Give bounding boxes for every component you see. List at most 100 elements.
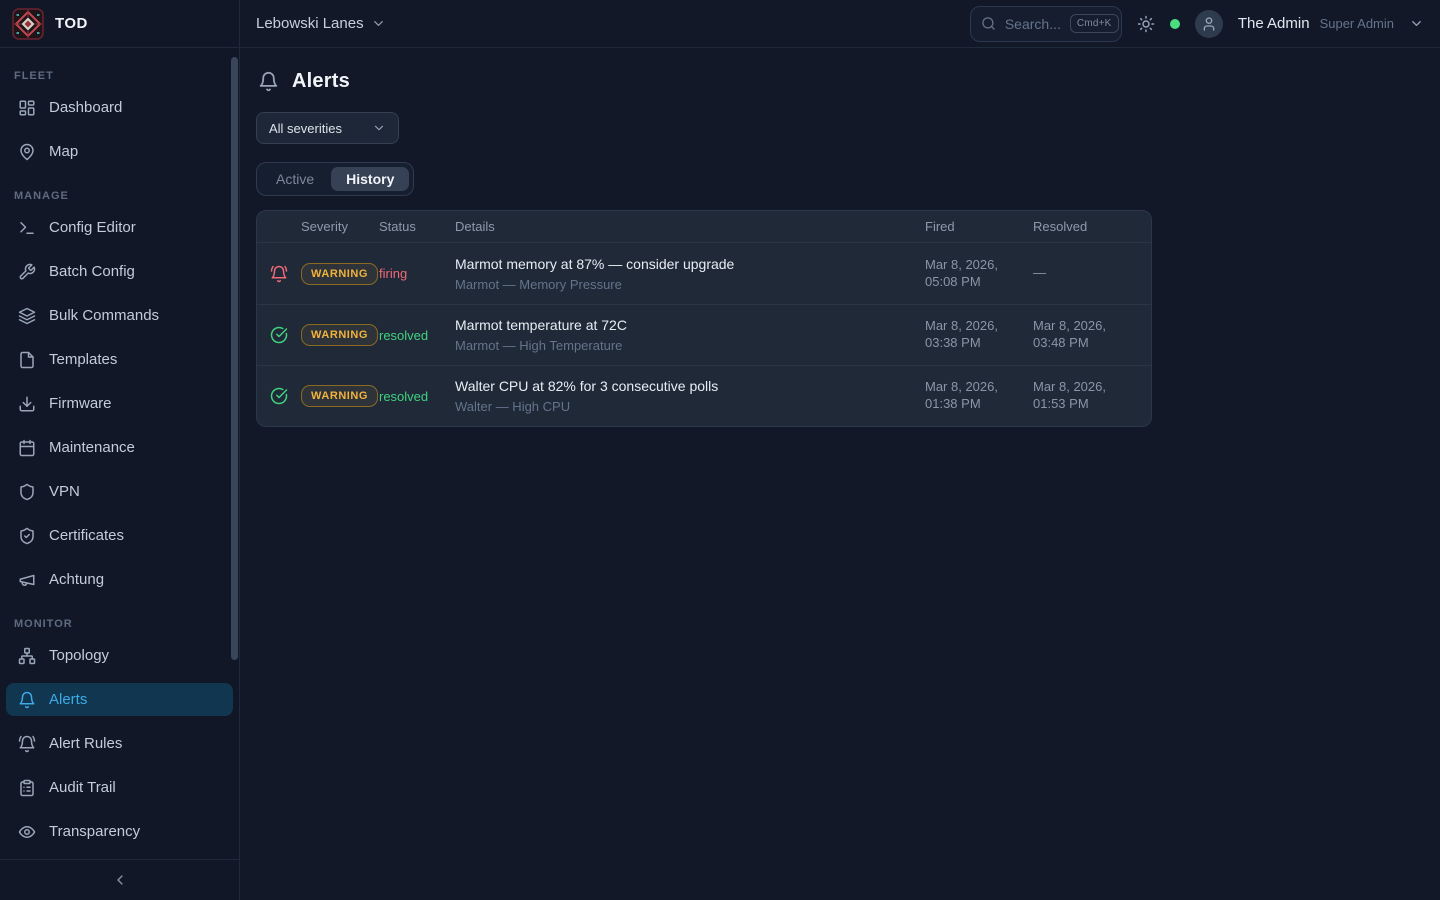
bell-ring-icon xyxy=(18,735,36,753)
alert-details: Marmot memory at 87% — consider upgradeM… xyxy=(455,256,925,292)
column-header-severity: Severity xyxy=(301,219,379,234)
brand: TOD xyxy=(0,0,239,48)
eye-icon xyxy=(18,823,36,841)
megaphone-icon xyxy=(18,571,36,589)
shield-icon xyxy=(18,483,36,501)
sidebar-item-label: Templates xyxy=(49,351,117,368)
chevron-down-icon xyxy=(371,16,386,31)
user-name: The Admin xyxy=(1238,15,1310,32)
sidebar-item-bulk-commands[interactable]: Bulk Commands xyxy=(6,299,233,332)
brand-logo-icon xyxy=(12,8,44,40)
search-icon xyxy=(981,16,996,31)
nav-section-label: FLEET xyxy=(14,70,225,82)
chevron-left-icon xyxy=(112,872,128,888)
search-input[interactable]: Search... Cmd+K xyxy=(970,6,1122,42)
sidebar-item-label: Batch Config xyxy=(49,263,135,280)
sidebar-collapse-button[interactable] xyxy=(0,859,239,900)
page-content: Alerts All severities ActiveHistory Seve… xyxy=(240,48,1440,900)
shield-check-icon xyxy=(18,527,36,545)
sidebar-item-label: Bulk Commands xyxy=(49,307,159,324)
table-row[interactable]: WARNINGfiringMarmot memory at 87% — cons… xyxy=(257,243,1151,304)
sidebar-item-label: Config Editor xyxy=(49,219,136,236)
check-circle-icon xyxy=(257,387,301,405)
severity-badge: WARNING xyxy=(301,263,378,285)
sidebar-item-map[interactable]: Map xyxy=(6,135,233,168)
download-icon xyxy=(18,395,36,413)
sidebar-nav: FLEETDashboardMapMANAGEConfig EditorBatc… xyxy=(0,48,239,859)
wrench-icon xyxy=(18,263,36,281)
search-shortcut-badge: Cmd+K xyxy=(1070,14,1119,33)
bell-icon xyxy=(18,691,36,709)
topbar: Lebowski Lanes Search... Cmd+K The Admin… xyxy=(240,0,1440,48)
sidebar-item-dashboard[interactable]: Dashboard xyxy=(6,91,233,124)
clipboard-list-icon xyxy=(18,779,36,797)
column-header-details: Details xyxy=(455,219,925,234)
user-menu-chevron-down-icon[interactable] xyxy=(1409,16,1424,31)
resolved-time: Mar 8, 2026, 01:53 PM xyxy=(1033,379,1151,413)
sidebar-item-label: Map xyxy=(49,143,78,160)
alert-subtitle: Walter — High CPU xyxy=(455,399,909,414)
page-title: Alerts xyxy=(292,70,350,93)
sidebar-item-alert-rules[interactable]: Alert Rules xyxy=(6,727,233,760)
avatar[interactable] xyxy=(1195,10,1223,38)
user-role-badge: Super Admin xyxy=(1320,16,1394,31)
sidebar-item-label: Alerts xyxy=(49,691,87,708)
sidebar-item-templates[interactable]: Templates xyxy=(6,343,233,376)
table-header-row: SeverityStatusDetailsFiredResolved xyxy=(257,211,1151,243)
sidebar-item-firmware[interactable]: Firmware xyxy=(6,387,233,420)
sidebar-item-label: Firmware xyxy=(49,395,112,412)
alerts-table: SeverityStatusDetailsFiredResolved WARNI… xyxy=(256,210,1152,427)
sidebar-item-audit-trail[interactable]: Audit Trail xyxy=(6,771,233,804)
search-placeholder: Search... xyxy=(1005,16,1061,32)
layers-icon xyxy=(18,307,36,325)
severity-badge: WARNING xyxy=(301,385,378,407)
terminal-icon xyxy=(18,219,36,237)
sidebar-item-certificates[interactable]: Certificates xyxy=(6,519,233,552)
sidebar-item-label: Maintenance xyxy=(49,439,135,456)
file-icon xyxy=(18,351,36,369)
sidebar-item-batch-config[interactable]: Batch Config xyxy=(6,255,233,288)
alerts-tabs: ActiveHistory xyxy=(256,162,414,196)
bell-ring-icon xyxy=(257,265,301,283)
map-pin-icon xyxy=(18,143,36,161)
column-header-status: Status xyxy=(379,219,455,234)
sidebar-item-label: Topology xyxy=(49,647,109,664)
sidebar-item-label: Certificates xyxy=(49,527,124,544)
sidebar-item-label: Alert Rules xyxy=(49,735,122,752)
severity-badge: WARNING xyxy=(301,324,378,346)
status-text: resolved xyxy=(379,328,455,343)
alert-subtitle: Marmot — High Temperature xyxy=(455,338,909,353)
table-row[interactable]: WARNINGresolvedMarmot temperature at 72C… xyxy=(257,304,1151,365)
severity-filter-value: All severities xyxy=(269,121,364,136)
org-switcher[interactable]: Lebowski Lanes xyxy=(256,15,386,32)
theme-toggle-sun-icon[interactable] xyxy=(1137,15,1155,33)
fired-time: Mar 8, 2026, 01:38 PM xyxy=(925,379,1033,413)
alert-subtitle: Marmot — Memory Pressure xyxy=(455,277,909,292)
sidebar-item-alerts[interactable]: Alerts xyxy=(6,683,233,716)
fired-time: Mar 8, 2026, 03:38 PM xyxy=(925,318,1033,352)
table-body: WARNINGfiringMarmot memory at 87% — cons… xyxy=(257,243,1151,426)
calendar-icon xyxy=(18,439,36,457)
column-header-fired: Fired xyxy=(925,219,1033,234)
sidebar-item-label: Audit Trail xyxy=(49,779,116,796)
status-text: firing xyxy=(379,266,455,281)
bell-icon xyxy=(258,71,279,92)
sidebar-item-maintenance[interactable]: Maintenance xyxy=(6,431,233,464)
tab-history[interactable]: History xyxy=(331,167,409,191)
sidebar-item-vpn[interactable]: VPN xyxy=(6,475,233,508)
column-header-resolved: Resolved xyxy=(1033,219,1151,234)
severity-filter-select[interactable]: All severities xyxy=(256,112,399,144)
alert-details: Marmot temperature at 72CMarmot — High T… xyxy=(455,317,925,353)
sidebar-item-topology[interactable]: Topology xyxy=(6,639,233,672)
sidebar-item-label: Dashboard xyxy=(49,99,122,116)
tab-active[interactable]: Active xyxy=(261,167,329,191)
sidebar-item-achtung[interactable]: Achtung xyxy=(6,563,233,596)
sidebar: TOD FLEETDashboardMapMANAGEConfig Editor… xyxy=(0,0,240,900)
sidebar-item-label: VPN xyxy=(49,483,80,500)
sidebar-item-transparency[interactable]: Transparency xyxy=(6,815,233,848)
table-row[interactable]: WARNINGresolvedWalter CPU at 82% for 3 c… xyxy=(257,365,1151,426)
status-text: resolved xyxy=(379,389,455,404)
sidebar-item-config-editor[interactable]: Config Editor xyxy=(6,211,233,244)
sidebar-scrollbar[interactable] xyxy=(231,57,238,660)
alert-details: Walter CPU at 82% for 3 consecutive poll… xyxy=(455,378,925,414)
